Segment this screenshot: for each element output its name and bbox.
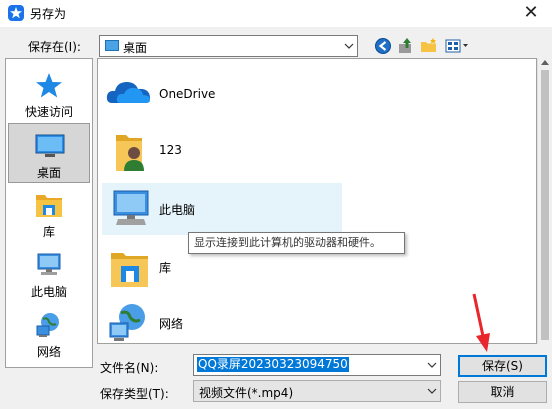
filename-label: 文件名(N):	[100, 361, 159, 375]
list-item[interactable]: 此电脑	[102, 183, 342, 235]
place-this-pc[interactable]: 此电脑	[8, 243, 90, 303]
desktop-icon	[35, 134, 65, 157]
computer-icon	[113, 190, 149, 225]
list-item-name: 123	[159, 143, 182, 157]
place-label: 此电脑	[30, 285, 67, 299]
filetype-label: 保存类型(T):	[100, 387, 169, 401]
view-menu-icon[interactable]	[444, 36, 470, 56]
list-item-name: 网络	[159, 317, 184, 331]
list-item-name: 此电脑	[159, 203, 196, 217]
tooltip: 显示连接到此计算机的驱动器和硬件。	[188, 232, 405, 254]
filename-value[interactable]: QQ录屏20230323094750	[197, 357, 349, 372]
library-icon	[36, 195, 62, 217]
close-button[interactable]: ✕	[510, 0, 552, 27]
scrollbar-thumb[interactable]	[541, 70, 549, 340]
chevron-down-icon[interactable]	[424, 355, 440, 375]
place-label: 快速访问	[24, 105, 73, 119]
cancel-button[interactable]: 取消	[458, 381, 547, 403]
window-title: 另存为	[30, 7, 67, 21]
filetype-dropdown[interactable]: 视频文件(*.mp4)	[193, 380, 441, 402]
filename-input[interactable]: QQ录屏20230323094750	[193, 354, 441, 376]
onedrive-cloud-icon	[106, 82, 150, 103]
place-label: 桌面	[36, 166, 61, 180]
app-icon	[8, 5, 24, 21]
computer-icon	[37, 253, 61, 275]
scroll-up-icon[interactable]	[541, 60, 549, 65]
location-dropdown[interactable]: 桌面	[99, 35, 358, 57]
chevron-down-icon[interactable]	[341, 36, 357, 56]
star-icon	[36, 73, 62, 98]
title-bar: 另存为 ✕	[0, 0, 552, 27]
back-icon[interactable]	[373, 36, 393, 56]
place-library[interactable]: 库	[8, 183, 90, 243]
place-network[interactable]: 网络	[8, 303, 90, 363]
network-icon	[109, 304, 145, 341]
save-in-label: 保存在(I):	[28, 40, 81, 54]
up-folder-icon[interactable]	[396, 36, 416, 56]
new-folder-icon[interactable]	[419, 36, 439, 56]
place-label: 库	[42, 225, 55, 239]
location-value: 桌面	[123, 41, 148, 55]
chevron-down-icon[interactable]	[424, 381, 440, 401]
filetype-value: 视频文件(*.mp4)	[199, 386, 294, 400]
place-label: 网络	[36, 345, 61, 359]
user-folder-icon	[116, 135, 144, 171]
places-bar: 快速访问 桌面 库 此电脑 网络	[5, 58, 93, 368]
vertical-scrollbar[interactable]	[537, 58, 552, 344]
save-button[interactable]: 保存(S)	[458, 355, 547, 377]
list-item-name: 库	[159, 261, 172, 275]
list-item-name: OneDrive	[159, 87, 216, 101]
list-item[interactable]: 网络	[102, 297, 342, 343]
list-item[interactable]: OneDrive	[102, 69, 342, 121]
library-icon	[111, 253, 148, 287]
list-item[interactable]: 123	[102, 125, 342, 177]
place-desktop[interactable]: 桌面	[8, 123, 90, 183]
annotation-arrow-icon	[472, 293, 490, 352]
desktop-icon	[105, 40, 119, 51]
network-icon	[36, 313, 59, 337]
place-quick-access[interactable]: 快速访问	[8, 63, 90, 123]
